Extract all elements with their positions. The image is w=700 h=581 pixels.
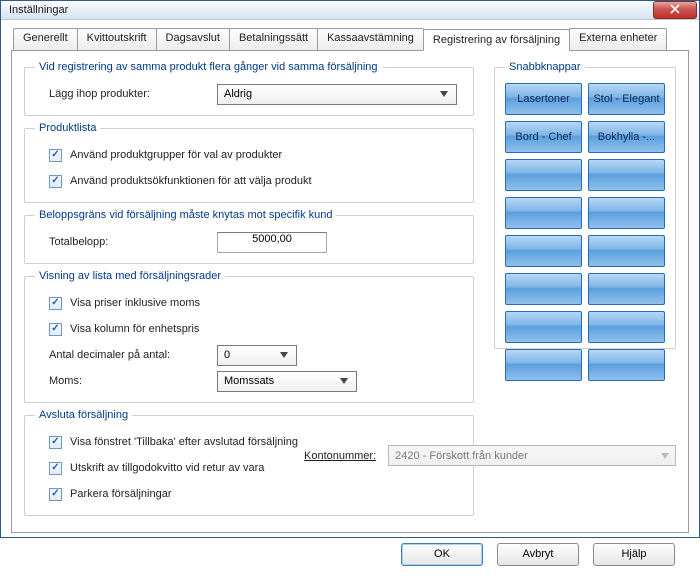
quick-button[interactable] <box>505 349 582 381</box>
quick-button[interactable] <box>588 197 665 229</box>
total-amount-label: Totalbelopp: <box>49 236 209 248</box>
quick-button[interactable] <box>588 159 665 191</box>
group-amount-limit-legend: Beloppsgräns vid försäljning måste knyta… <box>35 209 336 221</box>
right-column: Snabbknappar Lasertoner Stol - Elegant B… <box>494 61 676 522</box>
combine-products-value: Aldrig <box>224 88 252 100</box>
combine-products-label: Lägg ihop produkter: <box>49 88 209 100</box>
group-product-list-legend: Produktlista <box>35 122 100 134</box>
titlebar: Inställningar <box>1 1 699 20</box>
close-icon <box>670 4 680 17</box>
tab-dagsavslut[interactable]: Dagsavslut <box>156 28 230 50</box>
account-row: Kontonummer: 2420 - Förskott från kunder <box>304 445 676 466</box>
quick-button[interactable] <box>505 311 582 343</box>
total-amount-input[interactable]: 5000,00 <box>217 232 327 253</box>
group-same-product-legend: Vid registrering av samma produkt flera … <box>35 61 382 73</box>
dialog-footer: OK Avbryt Hjälp <box>11 533 689 575</box>
checkbox-park-sales-label: Parkera försäljningar <box>70 488 172 500</box>
combine-products-select[interactable]: Aldrig <box>217 84 457 105</box>
quick-button[interactable]: Bokhylla -... <box>588 121 665 153</box>
chevron-down-icon <box>436 91 452 97</box>
ok-button[interactable]: OK <box>401 543 483 566</box>
tab-generellt[interactable]: Generellt <box>13 28 78 50</box>
quick-button[interactable] <box>505 197 582 229</box>
checkbox-unit-price-label: Visa kolumn för enhetspris <box>70 323 199 335</box>
group-finish-sale-legend: Avsluta försäljning <box>35 409 132 421</box>
close-button[interactable] <box>653 1 697 19</box>
checkbox-print-credit[interactable] <box>49 462 62 475</box>
checkbox-use-search[interactable] <box>49 175 62 188</box>
tab-panel: Vid registrering av samma produkt flera … <box>11 50 689 533</box>
account-label: Kontonummer: <box>304 450 376 462</box>
quick-button[interactable] <box>505 159 582 191</box>
quick-button[interactable]: Stol - Elegant <box>588 83 665 115</box>
decimals-select[interactable]: 0 <box>217 345 297 366</box>
group-quick-buttons: Snabbknappar Lasertoner Stol - Elegant B… <box>494 61 676 349</box>
quick-button[interactable] <box>505 273 582 305</box>
checkbox-park-sales[interactable] <box>49 488 62 501</box>
tabstrip: Generellt Kvittoutskrift Dagsavslut Beta… <box>13 28 689 50</box>
group-list-view-legend: Visning av lista med försäljningsrader <box>35 270 225 282</box>
quick-buttons-grid: Lasertoner Stol - Elegant Bord - Chef Bo… <box>505 79 665 381</box>
checkbox-incl-vat-label: Visa priser inklusive moms <box>70 297 200 309</box>
vat-label: Moms: <box>49 375 209 387</box>
group-list-view: Visning av lista med försäljningsrader V… <box>24 270 474 403</box>
tab-kassaavstamning[interactable]: Kassaavstämning <box>317 28 424 50</box>
checkbox-use-groups[interactable] <box>49 149 62 162</box>
vat-value: Momssats <box>224 375 274 387</box>
settings-window: Inställningar Generellt Kvittoutskrift D… <box>0 0 700 538</box>
group-product-list: Produktlista Använd produktgrupper för v… <box>24 122 474 203</box>
checkbox-unit-price[interactable] <box>49 323 62 336</box>
tab-betalningssatt[interactable]: Betalningssätt <box>229 28 318 50</box>
quick-button[interactable] <box>588 349 665 381</box>
cancel-button[interactable]: Avbryt <box>497 543 579 566</box>
quick-button[interactable]: Lasertoner <box>505 83 582 115</box>
checkbox-incl-vat[interactable] <box>49 297 62 310</box>
client-area: Generellt Kvittoutskrift Dagsavslut Beta… <box>1 20 699 581</box>
account-select[interactable]: 2420 - Förskott från kunder <box>388 445 676 466</box>
checkbox-use-groups-label: Använd produktgrupper för val av produkt… <box>70 149 282 161</box>
tab-registrering[interactable]: Registrering av försäljning <box>423 29 570 51</box>
group-amount-limit: Beloppsgräns vid försäljning måste knyta… <box>24 209 474 264</box>
vat-select[interactable]: Momssats <box>217 371 357 392</box>
checkbox-use-search-label: Använd produktsökfunktionen för att välj… <box>70 175 312 187</box>
quick-button[interactable] <box>588 235 665 267</box>
tab-externa-enheter[interactable]: Externa enheter <box>569 28 667 50</box>
help-button[interactable]: Hjälp <box>593 543 675 566</box>
chevron-down-icon <box>336 378 352 384</box>
checkbox-print-credit-label: Utskrift av tillgodokvitto vid retur av … <box>70 462 264 474</box>
tab-kvittoutskrift[interactable]: Kvittoutskrift <box>77 28 157 50</box>
account-value: 2420 - Förskott från kunder <box>395 450 528 462</box>
quick-button[interactable] <box>588 311 665 343</box>
group-same-product: Vid registrering av samma produkt flera … <box>24 61 474 116</box>
quick-button[interactable] <box>588 273 665 305</box>
window-title: Inställningar <box>9 4 653 16</box>
group-quick-buttons-legend: Snabbknappar <box>505 61 585 73</box>
chevron-down-icon <box>661 450 669 462</box>
checkbox-show-back[interactable] <box>49 436 62 449</box>
quick-button[interactable] <box>505 235 582 267</box>
decimals-label: Antal decimaler på antal: <box>49 349 209 361</box>
quick-button[interactable]: Bord - Chef <box>505 121 582 153</box>
checkbox-show-back-label: Visa fönstret 'Tillbaka' efter avslutad … <box>70 436 298 448</box>
decimals-value: 0 <box>224 349 230 361</box>
chevron-down-icon <box>276 352 292 358</box>
